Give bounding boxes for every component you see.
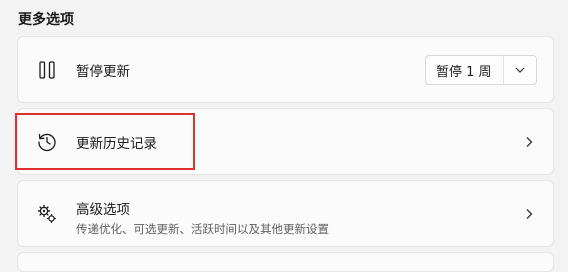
advanced-options-label: 高级选项: [76, 202, 130, 218]
advanced-options-card[interactable]: 高级选项 传递优化、可选更新、活跃时间以及其他更新设置: [17, 180, 554, 247]
pause-duration-value: 暂停 1 周: [436, 64, 492, 80]
gears-icon: [36, 203, 58, 225]
chevron-right-icon: [523, 208, 535, 220]
chevron-down-icon[interactable]: [504, 56, 536, 84]
history-icon: [36, 131, 58, 153]
pause-icon: [36, 59, 58, 81]
pause-updates-card: 暂停更新 暂停 1 周: [17, 36, 554, 103]
pause-updates-label: 暂停更新: [76, 63, 130, 80]
chevron-right-icon: [523, 136, 535, 148]
pause-duration-dropdown[interactable]: 暂停 1 周: [425, 55, 537, 85]
advanced-options-description: 传递优化、可选更新、活跃时间以及其他更新设置: [76, 222, 329, 236]
section-title: 更多选项: [18, 12, 74, 28]
update-history-label: 更新历史记录: [76, 135, 157, 152]
advanced-options-text: 高级选项 传递优化、可选更新、活跃时间以及其他更新设置: [76, 198, 329, 237]
next-option-card[interactable]: [17, 252, 554, 272]
update-history-card[interactable]: 更新历史记录: [17, 108, 554, 175]
